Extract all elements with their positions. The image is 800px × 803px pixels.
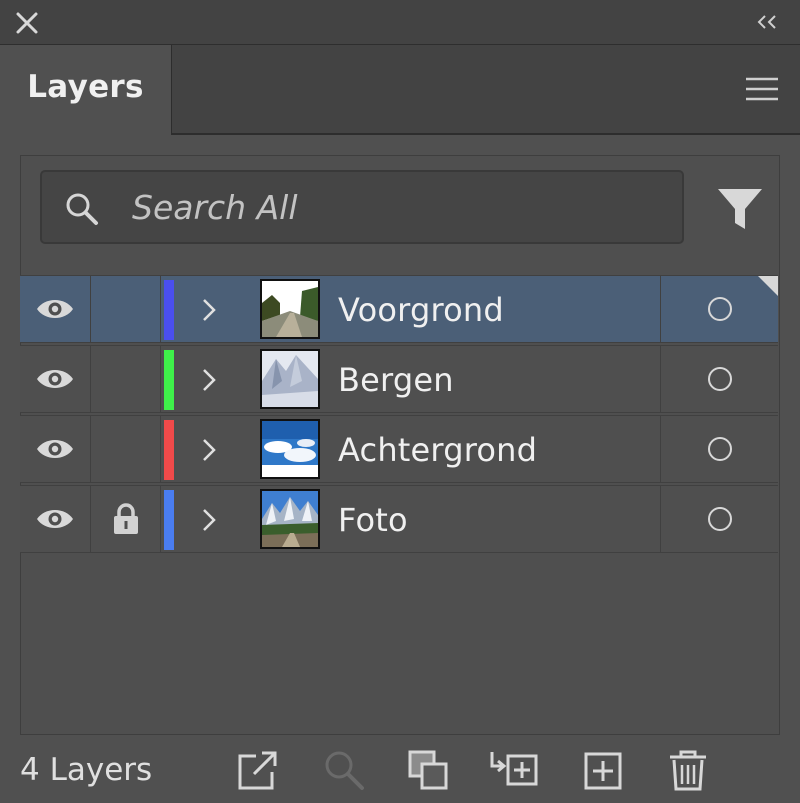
target-circle-icon: [708, 507, 732, 531]
eye-icon: [37, 300, 73, 318]
new-layer-icon[interactable]: [582, 748, 626, 792]
target-circle-icon: [708, 297, 732, 321]
filter-icon[interactable]: [716, 185, 764, 233]
close-icon[interactable]: [14, 10, 40, 36]
layer-color-bar: [164, 280, 174, 340]
visibility-toggle[interactable]: [20, 346, 91, 412]
layer-row[interactable]: Voorgrond: [20, 275, 778, 343]
layer-name[interactable]: Foto: [338, 486, 408, 554]
search-box: [40, 170, 684, 244]
chevron-right-icon[interactable]: [196, 294, 222, 326]
layer-name[interactable]: Bergen: [338, 346, 454, 414]
layer-thumbnail: [260, 419, 320, 479]
layers-list: Voorgrond Bergen Achtergrond Foto: [20, 275, 780, 555]
clipping-mask-icon[interactable]: [406, 748, 450, 792]
target-circle-icon: [708, 367, 732, 391]
layer-color-bar: [164, 420, 174, 480]
layer-row[interactable]: Bergen: [20, 345, 778, 413]
layer-row[interactable]: Achtergrond: [20, 415, 778, 483]
collapse-panel-icon[interactable]: [754, 12, 780, 32]
panel-titlebar: [0, 0, 800, 45]
layer-color-bar: [164, 350, 174, 410]
layer-color-bar: [164, 490, 174, 550]
trash-icon[interactable]: [666, 748, 710, 792]
layer-name[interactable]: Voorgrond: [338, 276, 504, 344]
chevron-right-icon[interactable]: [196, 364, 222, 396]
target-toggle[interactable]: [660, 416, 779, 482]
target-circle-icon: [708, 437, 732, 461]
search-icon: [66, 193, 98, 225]
chevron-right-icon[interactable]: [196, 434, 222, 466]
eye-icon: [37, 370, 73, 388]
lock-toggle[interactable]: [91, 276, 161, 342]
lock-toggle[interactable]: [91, 346, 161, 412]
tab-layers[interactable]: Layers: [0, 45, 172, 135]
new-sublayer-icon[interactable]: [488, 748, 540, 792]
visibility-toggle[interactable]: [20, 416, 91, 482]
search-input[interactable]: [132, 182, 652, 232]
panel-footer: 4 Layers: [0, 740, 800, 803]
layer-count: 4 Layers: [20, 752, 153, 788]
target-toggle[interactable]: [660, 486, 779, 552]
tab-layers-label: Layers: [27, 69, 144, 105]
target-toggle[interactable]: [660, 346, 779, 412]
locate-object-icon: [325, 751, 364, 790]
lock-icon: [113, 503, 138, 534]
layer-name[interactable]: Achtergrond: [338, 416, 537, 484]
selection-corner-indicator: [758, 276, 778, 296]
eye-icon: [37, 440, 73, 458]
layer-thumbnail: [260, 279, 320, 339]
visibility-toggle[interactable]: [20, 276, 91, 342]
visibility-toggle[interactable]: [20, 486, 91, 552]
eye-icon: [37, 510, 73, 528]
lock-toggle[interactable]: [91, 416, 161, 482]
export-icon[interactable]: [236, 748, 280, 792]
chevron-right-icon[interactable]: [196, 504, 222, 536]
panel-tabstrip: Layers: [0, 45, 800, 135]
lock-toggle[interactable]: [91, 486, 161, 552]
panel-menu-icon[interactable]: [744, 75, 780, 103]
layer-thumbnail: [260, 489, 320, 549]
layer-row[interactable]: Foto: [20, 485, 778, 553]
layer-thumbnail: [260, 349, 320, 409]
